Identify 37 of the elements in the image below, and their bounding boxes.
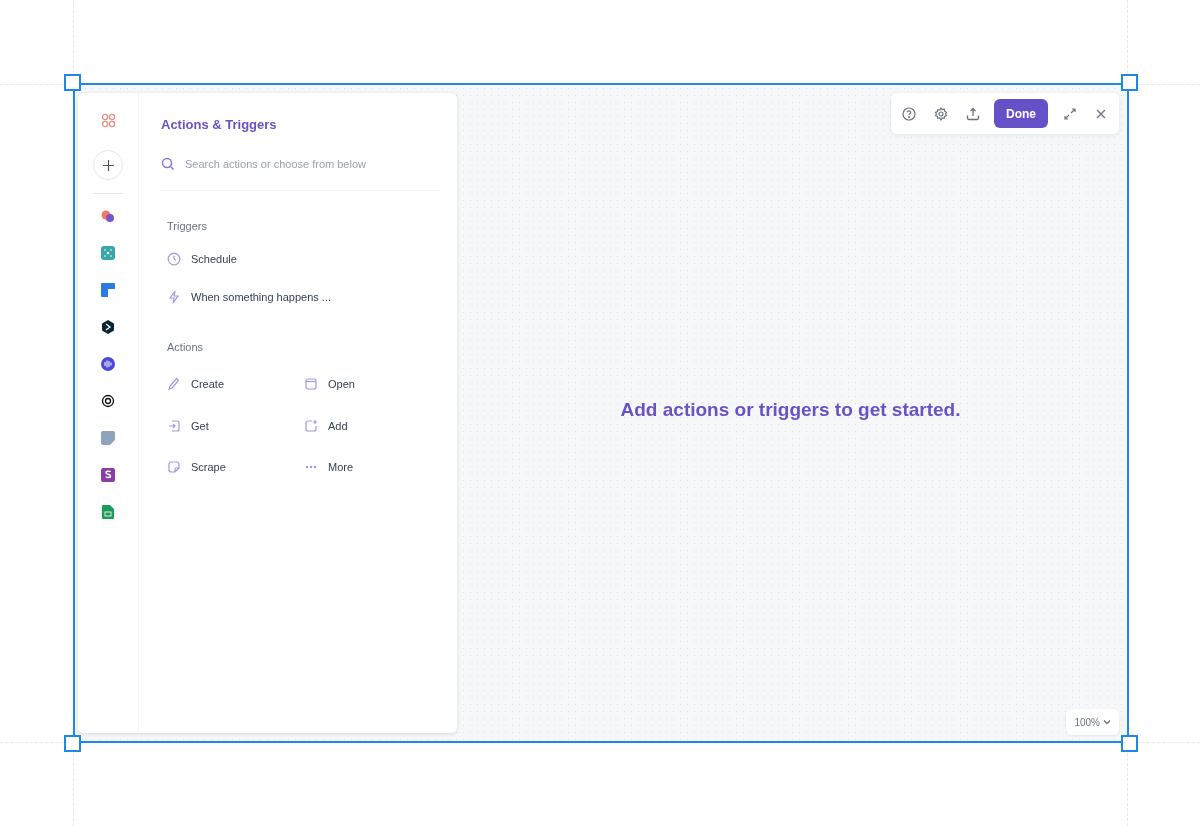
menu-item[interactable]: Get [167,417,304,434]
help-icon[interactable] [902,106,916,121]
menu-item[interactable]: Scrape [167,459,304,476]
menu-item[interactable]: Open [304,376,440,393]
note-icon [167,460,181,475]
clock-icon [167,251,181,266]
app-icon[interactable] [100,393,116,409]
zoom-dropdown[interactable]: 100% [1066,709,1119,735]
upload-icon[interactable] [966,106,980,121]
window-icon [304,377,318,392]
expand-icon[interactable] [1064,107,1076,120]
panel-title: Actions & Triggers [161,116,277,134]
resize-handle[interactable] [64,74,81,91]
done-button[interactable]: Done [994,99,1048,128]
chevron-down-icon [1103,719,1111,725]
app-icon[interactable] [100,319,116,335]
search-icon [161,156,175,171]
resize-handle[interactable] [1121,735,1138,752]
section-heading: Actions [167,339,204,355]
pencil-icon [167,377,181,392]
enter-icon [167,418,181,433]
lightning-icon [167,290,181,305]
plus-icon [102,159,114,171]
resize-handle[interactable] [64,735,81,752]
menu-item[interactable]: Schedule [167,250,237,267]
resize-handle[interactable] [1121,74,1138,91]
menu-item[interactable]: When something happens ... [167,289,332,306]
menu-item[interactable]: More [304,459,440,476]
app-icon[interactable] [100,356,116,372]
app-icon[interactable] [100,467,116,483]
search-field[interactable]: Search actions or choose from below [185,155,440,172]
settings-icon[interactable] [934,106,948,121]
section-heading: Triggers [167,219,207,234]
close-icon[interactable] [1096,108,1106,119]
menu-item[interactable]: Create [167,376,304,393]
empty-canvas-message: Add actions or triggers to get started. [620,398,961,423]
menu-item[interactable]: Add [304,417,440,434]
